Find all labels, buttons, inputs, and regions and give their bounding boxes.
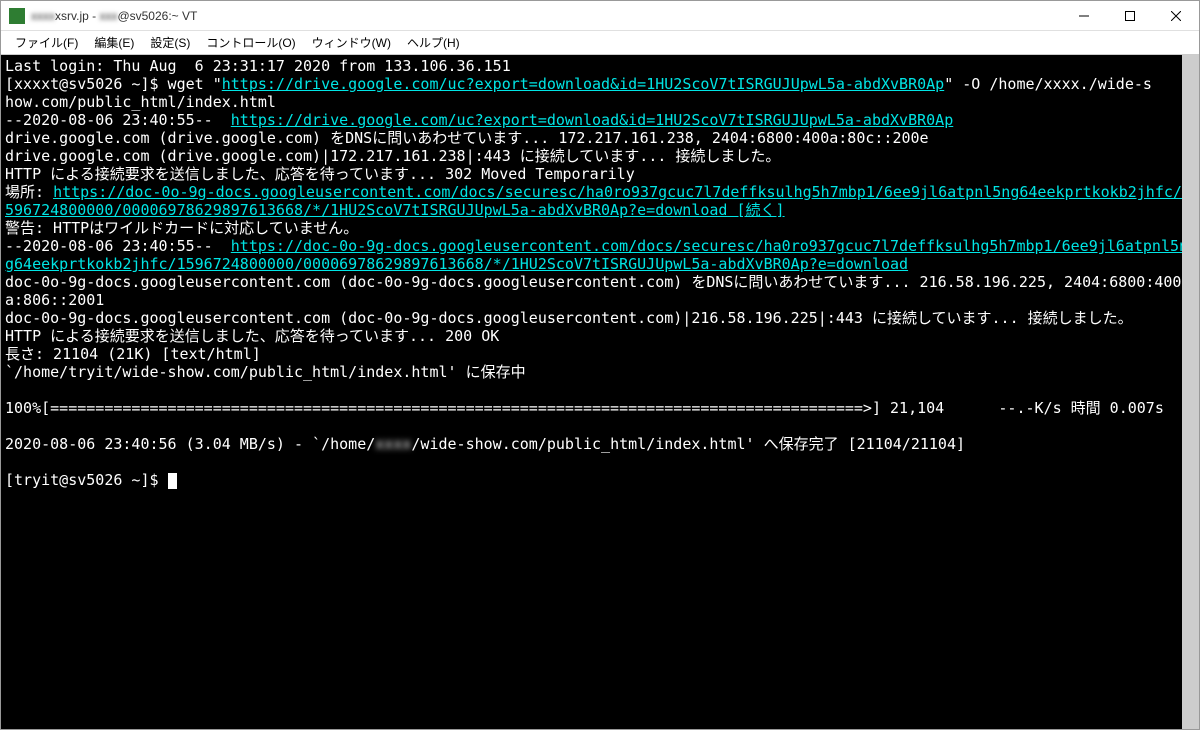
term-line: doc-0o-9g-docs.googleusercontent.com (do… bbox=[5, 273, 1181, 309]
term-line: --2020-08-06 23:40:55-- https://doc-0o-9… bbox=[5, 237, 1188, 273]
scroll-thumb[interactable] bbox=[1182, 55, 1199, 729]
maximize-icon bbox=[1125, 11, 1135, 21]
menu-control[interactable]: コントロール(O) bbox=[198, 32, 303, 53]
maximize-button[interactable] bbox=[1107, 1, 1153, 30]
window-title: xxxxxsrv.jp - xxx@sv5026:~ VT bbox=[31, 9, 1061, 23]
menu-help[interactable]: ヘルプ(H) bbox=[399, 32, 468, 53]
term-line: how.com/public_html/index.html bbox=[5, 93, 276, 111]
minimize-icon bbox=[1079, 11, 1089, 21]
window-controls bbox=[1061, 1, 1199, 30]
term-line: [xxxxt@sv5026 ~]$ wget "https://drive.go… bbox=[5, 75, 1152, 93]
url-link[interactable]: https://doc-0o-9g-docs.googleusercontent… bbox=[5, 183, 1191, 219]
term-line: 2020-08-06 23:40:56 (3.04 MB/s) - `/home… bbox=[5, 435, 965, 453]
menu-window[interactable]: ウィンドウ(W) bbox=[304, 32, 399, 53]
term-line: drive.google.com (drive.google.com)|172.… bbox=[5, 147, 780, 165]
term-line: HTTP による接続要求を送信しました、応答を待っています... 302 Mov… bbox=[5, 165, 635, 183]
close-icon bbox=[1171, 11, 1181, 21]
url-link[interactable]: https://drive.google.com/uc?export=downl… bbox=[222, 75, 944, 93]
scrollbar[interactable] bbox=[1182, 55, 1199, 729]
term-line: `/home/tryit/wide-show.com/public_html/i… bbox=[5, 363, 526, 381]
prompt-line: [tryit@sv5026 ~]$ bbox=[5, 471, 177, 489]
close-button[interactable] bbox=[1153, 1, 1199, 30]
term-line: drive.google.com (drive.google.com) をDNS… bbox=[5, 129, 929, 147]
terminal[interactable]: Last login: Thu Aug 6 23:31:17 2020 from… bbox=[1, 55, 1199, 729]
cursor bbox=[168, 473, 177, 489]
url-link[interactable]: https://drive.google.com/uc?export=downl… bbox=[231, 111, 953, 129]
menu-file[interactable]: ファイル(F) bbox=[7, 32, 86, 53]
term-line: --2020-08-06 23:40:55-- https://drive.go… bbox=[5, 111, 953, 129]
term-line: 場所: https://doc-0o-9g-docs.googleusercon… bbox=[5, 183, 1191, 219]
app-icon bbox=[9, 8, 25, 24]
progress-line: 100%[===================================… bbox=[5, 399, 1164, 417]
term-line: 長さ: 21104 (21K) [text/html] bbox=[5, 345, 261, 363]
term-line: doc-0o-9g-docs.googleusercontent.com (do… bbox=[5, 309, 1133, 327]
menu-setting[interactable]: 設定(S) bbox=[142, 32, 198, 53]
term-line: HTTP による接続要求を送信しました、応答を待っています... 200 OK bbox=[5, 327, 499, 345]
minimize-button[interactable] bbox=[1061, 1, 1107, 30]
menu-edit[interactable]: 編集(E) bbox=[86, 32, 142, 53]
term-line: 警告: HTTPはワイルドカードに対応していません。 bbox=[5, 219, 358, 237]
menubar: ファイル(F) 編集(E) 設定(S) コントロール(O) ウィンドウ(W) ヘ… bbox=[1, 31, 1199, 55]
term-line: Last login: Thu Aug 6 23:31:17 2020 from… bbox=[5, 57, 511, 75]
titlebar: xxxxxsrv.jp - xxx@sv5026:~ VT bbox=[1, 1, 1199, 31]
